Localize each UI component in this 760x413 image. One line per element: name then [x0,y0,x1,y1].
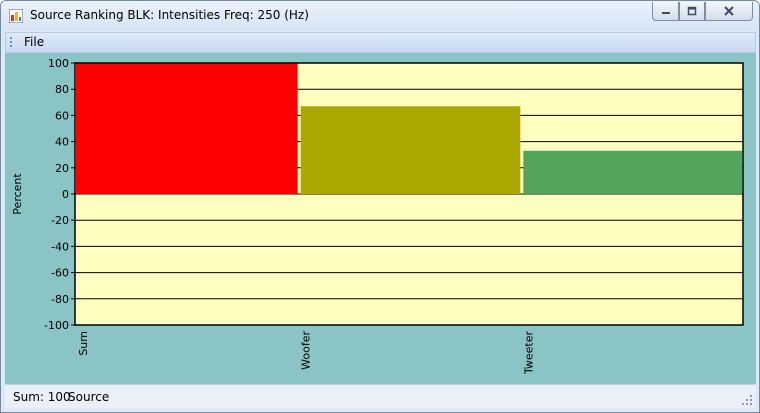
window-title: Source Ranking BLK: Intensities Freq: 25… [30,8,309,22]
size-grip-icon[interactable] [742,395,752,405]
maximize-button[interactable] [679,2,705,21]
y-tick-label: 80 [55,83,69,96]
minimize-button[interactable] [652,2,679,21]
y-tick-label: -40 [51,240,69,253]
y-axis-label: Percent [11,173,24,215]
close-icon [724,6,734,16]
bar-tweeter [523,150,742,194]
status-sum: Sum: 100 [13,390,71,404]
y-tick-label: 60 [55,109,69,122]
status-bar: Sum: 100 Source [5,384,756,408]
app-icon[interactable] [9,9,23,23]
y-tick-label: 0 [62,188,69,201]
y-tick-label: 20 [55,162,69,175]
menu-item-file[interactable]: File [24,35,44,49]
maximize-icon [687,6,697,16]
menu-grip-icon [10,37,12,49]
y-tick-label: -60 [51,267,69,280]
bar-chart: 100 80 60 40 20 0 -20 -40 -60 -80 -100 Sum Woofer Twe… [11,57,744,376]
x-tick-label: Sum [77,331,90,356]
x-tick-label: Woofer [300,331,313,370]
y-tick-label: 40 [55,136,69,149]
y-tick-label: -20 [51,214,69,227]
title-bar[interactable]: Source Ranking BLK: Intensities Freq: 25… [1,1,759,31]
chart-container: 100 80 60 40 20 0 -20 -40 -60 -80 -100 Sum Woofer Twe… [5,53,756,384]
y-tick-label: -80 [51,293,69,306]
bar-sum [76,63,298,194]
y-tick-label: 100 [48,57,69,70]
bar-woofer [300,106,521,194]
menu-bar: File [5,32,756,53]
close-button[interactable] [705,2,753,21]
app-window: Source Ranking BLK: Intensities Freq: 25… [0,0,760,413]
minimize-icon [661,12,670,14]
x-tick-label: Tweeter [522,331,535,376]
status-mode: Source [68,390,110,404]
y-tick-label: -100 [44,319,69,332]
